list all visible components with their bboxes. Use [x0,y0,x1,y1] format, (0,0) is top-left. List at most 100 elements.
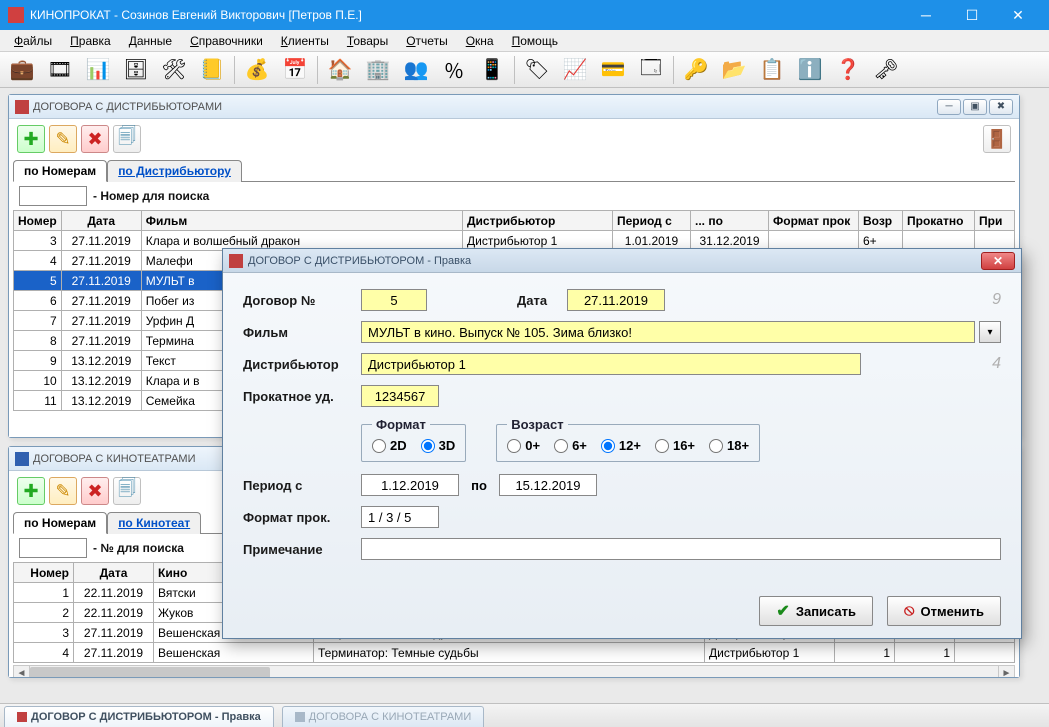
scroll-right-icon[interactable]: ► [998,666,1014,677]
field-cert[interactable]: 1234567 [361,385,439,407]
win-max-icon[interactable]: ▣ [963,99,987,115]
col-header[interactable]: ... по [691,211,769,231]
col-header[interactable]: Фильм [141,211,462,231]
scroll-left-icon[interactable]: ◄ [14,666,30,677]
menu-Помощь[interactable]: Помощь [504,32,566,50]
delete-button[interactable]: ✖ [81,125,109,153]
copy-button[interactable]: 🗐 [113,125,141,153]
win-close-icon[interactable]: ✖ [989,99,1013,115]
radio-age-16+[interactable]: 16+ [655,438,695,453]
people-icon[interactable]: 👥 [400,54,432,86]
field-period-from[interactable]: 1.12.2019 [361,474,459,496]
field-period-to[interactable]: 15.12.2019 [499,474,597,496]
key2-icon[interactable]: 🗝 [870,54,902,86]
edit-button[interactable]: ✎ [49,125,77,153]
add-button[interactable]: ✚ [17,477,45,505]
tab-by-cinema[interactable]: по Кинотеат [107,512,201,534]
field-distributor[interactable]: Дистрибьютор 1 [361,353,861,375]
label-distributor: Дистрибьютор [243,357,361,372]
minimize-button[interactable]: ─ [903,0,949,30]
database-icon[interactable]: 🗄 [120,54,152,86]
window-icon[interactable]: 🗔 [635,54,667,86]
radio-format-3D[interactable]: 3D [421,438,456,453]
exit-button[interactable]: 🚪 [983,125,1011,153]
film-dropdown-button[interactable]: ▾ [979,321,1001,343]
menu-Отчеты[interactable]: Отчеты [398,32,456,50]
menu-Правка[interactable]: Правка [62,32,119,50]
win-min-icon[interactable]: ─ [937,99,961,115]
col-header[interactable]: Дистрибьютор [463,211,613,231]
scroll-thumb[interactable] [30,667,270,677]
field-note[interactable] [361,538,1001,560]
menu-Клиенты[interactable]: Клиенты [273,32,337,50]
taskbar-item-cinemas[interactable]: ДОГОВОРА С КИНОТЕАТРАМИ [282,706,485,727]
percent-icon[interactable]: ％ [438,54,470,86]
window-distributors-titlebar[interactable]: ДОГОВОРА С ДИСТРИБЬЮТОРАМИ ─ ▣ ✖ [9,95,1019,119]
search-number-input[interactable] [19,186,87,206]
tab-by-distributor[interactable]: по Дистрибьютору [107,160,242,182]
tab-by-number[interactable]: по Номерам [13,512,107,534]
tab-by-number[interactable]: по Номерам [13,160,107,182]
diagram-icon[interactable]: 📈 [559,54,591,86]
key1-icon[interactable]: 🔑 [680,54,712,86]
horizontal-scrollbar[interactable]: ◄ ► [13,665,1015,677]
cancel-button[interactable]: ⦸Отменить [887,596,1001,626]
field-film[interactable]: МУЛЬТ в кино. Выпуск № 105. Зима близко! [361,321,975,343]
col-header[interactable]: Дата [74,563,154,583]
delete-button[interactable]: ✖ [81,477,109,505]
tag-icon[interactable]: 🏷 [521,54,553,86]
mdi-area: ДОГОВОРА С ДИСТРИБЬЮТОРАМИ ─ ▣ ✖ ✚ ✎ ✖ 🗐… [0,88,1049,703]
phone-icon[interactable]: 📱 [476,54,508,86]
app-icon [8,7,24,23]
menu-Окна[interactable]: Окна [458,32,502,50]
checklist-icon[interactable]: 📋 [756,54,788,86]
window-icon [15,452,29,466]
col-header[interactable]: Номер [14,211,62,231]
menu-Товары[interactable]: Товары [339,32,396,50]
add-button[interactable]: ✚ [17,125,45,153]
col-header[interactable]: Номер [14,563,74,583]
col-header[interactable]: Дата [61,211,141,231]
dialog-close-button[interactable]: ✕ [981,252,1015,270]
col-header[interactable]: Период с [613,211,691,231]
radio-format-2D[interactable]: 2D [372,438,407,453]
money-icon[interactable]: 💰 [241,54,273,86]
film-icon[interactable]: 🎞 [44,54,76,86]
field-date[interactable]: 27.11.2019 [567,289,665,311]
radio-age-12+[interactable]: 12+ [601,438,641,453]
save-button[interactable]: ✔Записать [759,596,873,626]
folder-icon[interactable]: 📂 [718,54,750,86]
menu-Файлы[interactable]: Файлы [6,32,60,50]
maximize-button[interactable]: ☐ [949,0,995,30]
col-header[interactable]: Прокатно [903,211,975,231]
close-button[interactable]: ✕ [995,0,1041,30]
radio-age-18+[interactable]: 18+ [709,438,749,453]
calendar-icon[interactable]: 📅 [279,54,311,86]
info-icon[interactable]: ℹ️ [794,54,826,86]
help-icon[interactable]: ❓ [832,54,864,86]
buildings-icon[interactable]: 🏢 [362,54,394,86]
field-contract-no[interactable]: 5 [361,289,427,311]
menu-Данные[interactable]: Данные [121,32,180,50]
copy-button[interactable]: 🗐 [113,477,141,505]
taskbar-item-dialog[interactable]: ДОГОВОР С ДИСТРИБЬЮТОРОМ - Правка [4,706,274,727]
book-icon[interactable]: 📒 [196,54,228,86]
menu-Справочники[interactable]: Справочники [182,32,271,50]
col-header[interactable]: При [975,211,1015,231]
group-age: Возраст 0+ 6+ 12+ 16+ 18+ [496,417,760,462]
tools-icon[interactable]: 🛠 [158,54,190,86]
table-row[interactable]: 427.11.2019ВешенскаяТерминатор: Темные с… [14,643,1015,663]
dialog-titlebar[interactable]: ДОГОВОР С ДИСТРИБЬЮТОРОМ - Правка ✕ [223,249,1021,273]
excel-icon[interactable]: 📊 [82,54,114,86]
search-number-input[interactable] [19,538,87,558]
briefcase-icon[interactable]: 💼 [6,54,38,86]
field-format-proc[interactable]: 1 / 3 / 5 [361,506,439,528]
card-icon[interactable]: 💳 [597,54,629,86]
col-header[interactable]: Формат прок [769,211,859,231]
window-icon [15,100,29,114]
edit-button[interactable]: ✎ [49,477,77,505]
home-icon[interactable]: 🏠 [324,54,356,86]
radio-age-0+[interactable]: 0+ [507,438,540,453]
col-header[interactable]: Возр [859,211,903,231]
radio-age-6+[interactable]: 6+ [554,438,587,453]
